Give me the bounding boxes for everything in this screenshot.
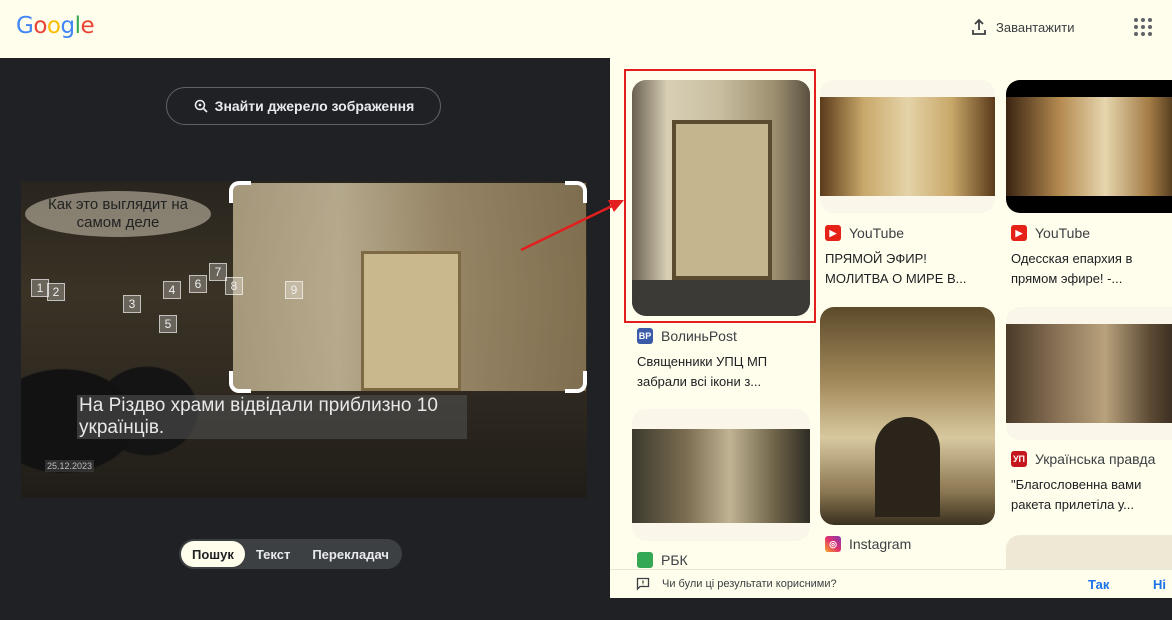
result-source: РБК [637, 552, 688, 568]
result-title[interactable]: "Благословенна вами ракета прилетіла у..… [1011, 475, 1172, 515]
mode-search[interactable]: Пошук [181, 541, 245, 567]
result-source: УП Українська правда [1011, 451, 1156, 467]
youtube-icon: ▶ [1011, 225, 1027, 241]
result-card[interactable]: РБК [632, 409, 810, 569]
result-card[interactable]: ◎ Instagram [820, 307, 995, 569]
upload-label: Завантажити [996, 19, 1075, 35]
image-caption: На Різдво храми відвідали приблизно 10 у… [77, 395, 467, 439]
mode-translate[interactable]: Перекладач [301, 541, 400, 567]
crop-handle-top-right[interactable] [565, 181, 587, 203]
result-source: BP ВолиньPost [637, 328, 737, 344]
overlay-speech-bubble: Как это выглядит на самом деле [25, 191, 211, 237]
image-date: 25.12.2023 [45, 460, 95, 472]
top-header: Google Завантажити [0, 0, 1172, 58]
result-thumbnail[interactable] [820, 80, 995, 213]
result-card[interactable]: ▶ YouTube Одесская епархия в прямом эфир… [1006, 80, 1172, 295]
marker-6: 6 [189, 275, 207, 293]
feedback-question: Чи були ці результати корисними? [662, 578, 837, 590]
result-thumbnail[interactable] [1006, 80, 1172, 213]
marker-9: 9 [285, 281, 303, 299]
google-logo[interactable]: Google [16, 13, 95, 39]
instagram-icon: ◎ [825, 536, 841, 552]
marker-4: 4 [163, 281, 181, 299]
crop-handle-top-left[interactable] [229, 181, 251, 203]
result-card[interactable]: УП Українська правда "Благословенна вами… [1006, 307, 1172, 595]
feedback-icon [636, 577, 650, 591]
apps-grid-icon[interactable] [1131, 15, 1155, 39]
thumbnail-crowd [632, 429, 810, 523]
lens-search-icon [194, 99, 208, 113]
thumbnail-iconostasis [820, 97, 995, 196]
thumbnail-iconostasis [1006, 97, 1172, 196]
crop-handle-bottom-left[interactable] [229, 371, 251, 393]
result-card[interactable]: ▶ YouTube ПРЯМОЙ ЭФИР! МОЛИТВА О МИРЕ В.… [820, 80, 995, 295]
feedback-bar: Чи були ці результати корисними? Так Ні [610, 569, 1172, 598]
pravda-icon: УП [1011, 451, 1027, 467]
result-thumbnail[interactable] [820, 307, 995, 525]
find-image-source-button[interactable]: Знайти джерело зображення [166, 87, 441, 125]
feedback-yes-button[interactable]: Так [1088, 577, 1109, 592]
visual-matches-panel: BP ВолиньPost Священники УПЦ МП забрали … [610, 58, 1172, 598]
lens-mode-switch: Пошук Текст Перекладач [179, 539, 402, 569]
lens-image-panel: Знайти джерело зображення Как это выгляд… [0, 58, 610, 598]
feedback-no-button[interactable]: Ні [1153, 577, 1166, 592]
marker-5: 5 [159, 315, 177, 333]
thumbnail-damaged-interior [1006, 324, 1172, 423]
youtube-icon: ▶ [825, 225, 841, 241]
result-source: ▶ YouTube [825, 225, 904, 241]
result-title[interactable]: ПРЯМОЙ ЭФИР! МОЛИТВА О МИРЕ В... [825, 249, 993, 289]
rbk-icon [637, 552, 653, 568]
find-image-source-label: Знайти джерело зображення [214, 98, 415, 114]
upload-button[interactable]: Завантажити [970, 15, 1074, 39]
thumbnail-arch [875, 417, 940, 517]
marker-2: 2 [47, 283, 65, 301]
bottom-dark-bar [0, 598, 1172, 620]
marker-8: 8 [225, 277, 243, 295]
result-title[interactable]: Священники УПЦ МП забрали всі ікони з... [637, 352, 807, 392]
result-source: ◎ Instagram [825, 536, 911, 552]
church-pillar [361, 251, 461, 391]
result-title[interactable]: Одесская епархия в прямом эфире! -... [1011, 249, 1171, 289]
result-source: ▶ YouTube [1011, 225, 1090, 241]
marker-3: 3 [123, 295, 141, 313]
query-image[interactable]: Как это выглядит на самом деле 1 2 3 4 5… [21, 181, 587, 498]
volynpost-icon: BP [637, 328, 653, 344]
highlight-red-box [624, 69, 816, 323]
crop-handle-bottom-right[interactable] [565, 371, 587, 393]
result-thumbnail[interactable] [1006, 307, 1172, 440]
upload-icon [972, 18, 986, 35]
mode-text[interactable]: Текст [245, 541, 301, 567]
result-thumbnail[interactable] [632, 409, 810, 541]
